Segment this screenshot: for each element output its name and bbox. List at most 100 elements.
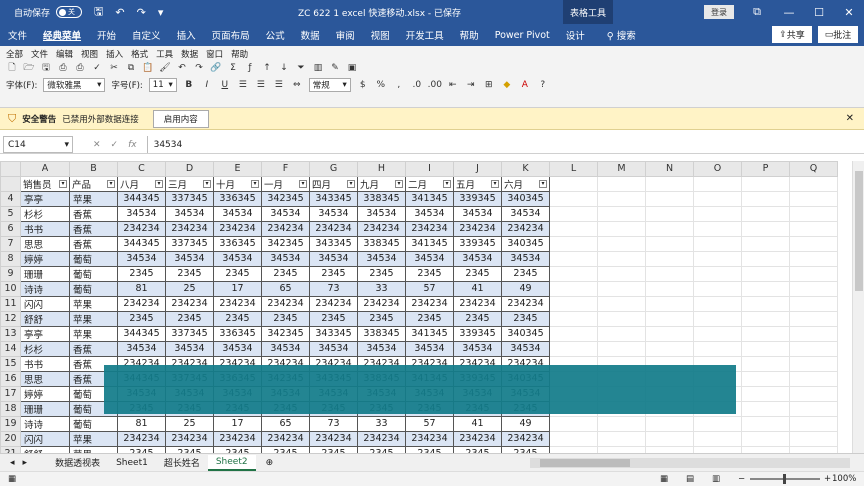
column-header[interactable]: J bbox=[453, 161, 502, 177]
empty-cell[interactable] bbox=[789, 340, 838, 357]
empty-cell[interactable] bbox=[645, 235, 694, 252]
data-cell[interactable]: 34534 bbox=[453, 205, 502, 222]
empty-cell[interactable] bbox=[693, 295, 742, 312]
empty-cell[interactable] bbox=[789, 355, 838, 372]
empty-cell[interactable] bbox=[741, 340, 790, 357]
data-cell[interactable]: 234234 bbox=[213, 430, 262, 447]
empty-cell[interactable] bbox=[549, 445, 598, 453]
function-icon[interactable]: ƒ bbox=[244, 62, 256, 74]
empty-cell[interactable] bbox=[549, 340, 598, 357]
spelling-icon[interactable]: ✓ bbox=[91, 62, 103, 74]
empty-cell[interactable] bbox=[597, 415, 646, 432]
data-cell[interactable]: 香蕉 bbox=[69, 220, 118, 237]
data-cell[interactable]: 2345 bbox=[357, 310, 406, 327]
horizontal-scrollbar[interactable] bbox=[530, 458, 850, 468]
data-cell[interactable]: 2345 bbox=[501, 265, 550, 282]
font-color-icon[interactable]: A bbox=[519, 79, 531, 91]
empty-cell[interactable] bbox=[549, 190, 598, 207]
filter-dropdown-icon[interactable]: ▾ bbox=[251, 179, 259, 188]
tab-formulas[interactable]: 公式 bbox=[258, 24, 293, 46]
empty-cell[interactable] bbox=[741, 190, 790, 207]
paste-icon[interactable]: 📋 bbox=[142, 62, 154, 74]
data-cell[interactable]: 34534 bbox=[501, 340, 550, 357]
currency-icon[interactable]: $ bbox=[357, 79, 369, 91]
bold-icon[interactable]: B bbox=[183, 79, 195, 91]
data-cell[interactable]: 2345 bbox=[309, 265, 358, 282]
empty-cell[interactable] bbox=[789, 265, 838, 282]
empty-cell[interactable] bbox=[789, 205, 838, 222]
data-cell[interactable]: 34534 bbox=[309, 205, 358, 222]
empty-cell[interactable] bbox=[597, 325, 646, 342]
tab-developer[interactable]: 开发工具 bbox=[398, 24, 452, 46]
row-header[interactable]: 7 bbox=[0, 235, 21, 252]
empty-cell[interactable] bbox=[693, 280, 742, 297]
empty-cell[interactable] bbox=[597, 175, 646, 192]
filter-dropdown-icon[interactable]: ▾ bbox=[539, 179, 547, 188]
menu-data[interactable]: 数据 bbox=[181, 48, 198, 60]
data-cell[interactable]: 234234 bbox=[357, 295, 406, 312]
data-cell[interactable]: 17 bbox=[213, 415, 262, 432]
empty-cell[interactable] bbox=[693, 310, 742, 327]
column-header[interactable]: K bbox=[501, 161, 550, 177]
table-header-cell[interactable]: 产品 ▾ bbox=[69, 175, 118, 192]
empty-cell[interactable] bbox=[741, 175, 790, 192]
increase-indent-icon[interactable]: ⇥ bbox=[465, 79, 477, 91]
data-cell[interactable]: 2345 bbox=[309, 445, 358, 453]
data-cell[interactable]: 49 bbox=[501, 280, 550, 297]
row-header[interactable]: 5 bbox=[0, 205, 21, 222]
filter-dropdown-icon[interactable]: ▾ bbox=[59, 179, 67, 188]
data-cell[interactable]: 香蕉 bbox=[69, 340, 118, 357]
data-cell[interactable]: 234234 bbox=[261, 220, 310, 237]
data-cell[interactable]: 苹果 bbox=[69, 295, 118, 312]
data-cell[interactable]: 57 bbox=[405, 280, 454, 297]
data-cell[interactable]: 葡萄 bbox=[69, 280, 118, 297]
data-cell[interactable]: 338345 bbox=[357, 235, 406, 252]
data-cell[interactable]: 书书 bbox=[20, 355, 70, 372]
filter-dropdown-icon[interactable]: ▾ bbox=[443, 179, 451, 188]
empty-cell[interactable] bbox=[693, 445, 742, 453]
empty-cell[interactable] bbox=[645, 220, 694, 237]
redo-icon[interactable]: ↷ bbox=[193, 62, 205, 74]
empty-cell[interactable] bbox=[645, 445, 694, 453]
empty-cell[interactable] bbox=[741, 400, 790, 417]
column-header[interactable]: D bbox=[165, 161, 214, 177]
data-cell[interactable]: 344345 bbox=[117, 325, 166, 342]
empty-cell[interactable] bbox=[789, 310, 838, 327]
tab-file[interactable]: 文件 bbox=[0, 24, 35, 46]
empty-cell[interactable] bbox=[789, 280, 838, 297]
data-cell[interactable]: 343345 bbox=[309, 190, 358, 207]
empty-cell[interactable] bbox=[741, 265, 790, 282]
data-cell[interactable]: 34534 bbox=[117, 205, 166, 222]
data-cell[interactable]: 57 bbox=[405, 415, 454, 432]
empty-cell[interactable] bbox=[597, 250, 646, 267]
data-cell[interactable]: 234234 bbox=[453, 430, 502, 447]
tab-help[interactable]: 帮助 bbox=[452, 24, 487, 46]
empty-cell[interactable] bbox=[741, 220, 790, 237]
row-header[interactable]: 12 bbox=[0, 310, 21, 327]
empty-cell[interactable] bbox=[789, 250, 838, 267]
data-cell[interactable]: 337345 bbox=[165, 190, 214, 207]
data-cell[interactable]: 343345 bbox=[309, 325, 358, 342]
row-header[interactable]: 20 bbox=[0, 430, 21, 447]
data-cell[interactable]: 亭亭 bbox=[20, 325, 70, 342]
underline-icon[interactable]: U bbox=[219, 79, 231, 91]
empty-cell[interactable] bbox=[549, 220, 598, 237]
data-cell[interactable]: 234234 bbox=[165, 430, 214, 447]
data-cell[interactable]: 336345 bbox=[213, 190, 262, 207]
menu-window[interactable]: 窗口 bbox=[206, 48, 223, 60]
data-cell[interactable]: 34534 bbox=[165, 205, 214, 222]
filter-dropdown-icon[interactable]: ▾ bbox=[155, 179, 163, 188]
undo-icon[interactable]: ↶ bbox=[176, 62, 188, 74]
data-cell[interactable]: 338345 bbox=[357, 325, 406, 342]
data-cell[interactable]: 344345 bbox=[117, 235, 166, 252]
data-cell[interactable]: 234234 bbox=[165, 220, 214, 237]
page-break-icon[interactable]: ▥ bbox=[712, 474, 720, 484]
tab-home[interactable]: 开始 bbox=[89, 24, 124, 46]
filter-dropdown-icon[interactable]: ▾ bbox=[347, 179, 355, 188]
filter-dropdown-icon[interactable]: ▾ bbox=[107, 179, 115, 188]
row-header[interactable]: 10 bbox=[0, 280, 21, 297]
data-cell[interactable]: 341345 bbox=[405, 190, 454, 207]
data-cell[interactable]: 342345 bbox=[261, 190, 310, 207]
print-preview-icon[interactable]: ⎙ bbox=[74, 62, 86, 74]
data-cell[interactable]: 342345 bbox=[261, 235, 310, 252]
